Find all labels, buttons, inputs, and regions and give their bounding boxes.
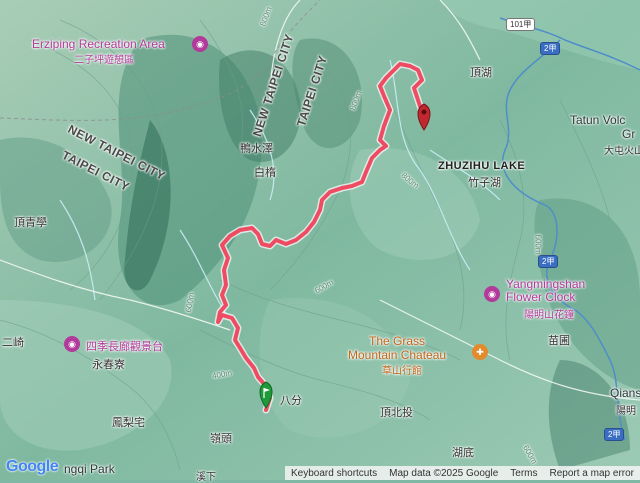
park-label[interactable]: ngqi Park: [64, 462, 115, 476]
zhuzihu-lake-label[interactable]: ZHUZIHU LAKE: [438, 160, 525, 172]
road-2a-shield-mid: 2甲: [538, 255, 559, 268]
grass-mountain-label[interactable]: The Grass Mountain Chateau: [348, 334, 446, 362]
xiapian-label: 溪下: [196, 472, 216, 483]
flower-clock-camera-icon[interactable]: ◉: [484, 286, 500, 302]
miaopu-label: 苗圃: [548, 335, 570, 347]
tatun-gr-label[interactable]: Gr: [622, 127, 635, 141]
baishu-label: 白楕: [254, 167, 276, 179]
fenglizhai-label: 鳳梨宅: [112, 417, 145, 429]
google-logo[interactable]: Google: [6, 458, 59, 476]
flower-clock-cn-label[interactable]: 陽明山花鐘: [524, 306, 574, 321]
yangming-cn-label[interactable]: 陽明: [616, 402, 636, 417]
grass-mountain-cn-label[interactable]: 草山行館: [382, 362, 422, 377]
lingtou-label: 嶺頭: [210, 433, 232, 445]
bafen-label: 八分: [280, 395, 302, 407]
terms-link[interactable]: Terms: [504, 468, 543, 479]
google-logo-text: Google: [6, 458, 59, 475]
erziping-label[interactable]: Erziping Recreation Area: [32, 37, 165, 51]
contour-label-600-c: 600m: [533, 234, 543, 255]
flower-clock-label[interactable]: Yangmingshan Flower Clock: [506, 278, 585, 304]
report-map-error-link[interactable]: Report a map error: [544, 468, 640, 479]
sijizhang-camera-icon[interactable]: ◉: [64, 336, 80, 352]
tatun-volc-label[interactable]: Tatun Volc: [570, 113, 625, 127]
sijizhang-label[interactable]: 四季長廊觀景台: [86, 338, 163, 354]
yongchunliao-label: 永春寮: [92, 359, 125, 371]
hudi-label: 湖底: [452, 447, 474, 459]
map-data-attribution: Map data ©2025 Google: [389, 467, 499, 479]
road-2a-shield-top: 2甲: [540, 42, 561, 55]
erziping-cn-label[interactable]: 二子坪遊憩區: [74, 51, 134, 66]
dingqingxue-label: 頂青學: [14, 217, 47, 229]
qians-label[interactable]: Qians: [610, 386, 640, 400]
erqi-label: 二崎: [2, 337, 24, 349]
road-2a-shield-bottom: 2甲: [604, 428, 625, 441]
dinghu-label: 頂湖: [470, 67, 492, 79]
map-footer: Keyboard shortcuts Map data ©2025 Google…: [284, 466, 640, 480]
erziping-camera-icon[interactable]: ◉: [192, 36, 208, 52]
datun-cn-label[interactable]: 大屯火山: [604, 142, 640, 157]
yashuize-label: 鴨水澤: [240, 143, 273, 155]
zhuzihu-cn-label[interactable]: 竹子湖: [468, 174, 501, 190]
keyboard-shortcuts-link[interactable]: Keyboard shortcuts: [285, 468, 383, 479]
dingbeitou-label: 頂北投: [380, 407, 413, 419]
road-101a-shield: 101甲: [506, 18, 536, 31]
restaurant-icon[interactable]: ✚: [472, 344, 488, 360]
